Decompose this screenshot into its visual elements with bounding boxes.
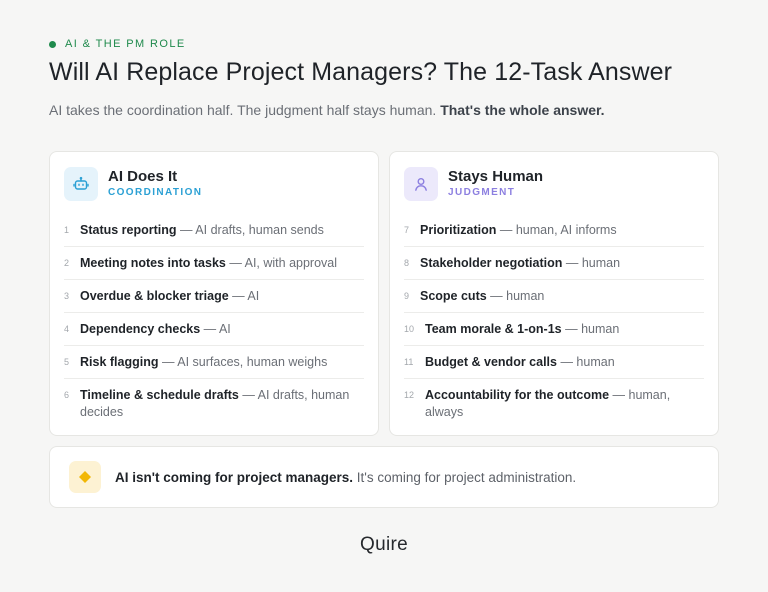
task-item: 11 Budget & vendor calls — human [404,346,704,379]
card-subtitle: COORDINATION [108,187,203,198]
task-number: 9 [404,291,410,301]
subtitle-plain: AI takes the coordination half. The judg… [49,102,441,118]
task-number: 6 [64,390,70,400]
eyebrow: AI & THE PM ROLE [49,38,186,50]
task-item: 8 Stakeholder negotiation — human [404,247,704,280]
subtitle: AI takes the coordination half. The judg… [49,102,605,118]
person-icon [404,167,438,201]
task-number: 7 [404,225,410,235]
task-number: 1 [64,225,70,235]
robot-icon [64,167,98,201]
task-list: 1 Status reporting — AI drafts, human sen… [64,214,364,428]
task-number: 4 [64,324,70,334]
callout-plain: It's coming for project administration. [353,469,577,485]
task-name: Scope cuts [420,289,487,303]
diamond-icon [69,461,101,493]
task-detail: — AI [200,322,231,336]
task-item: 6 Timeline & schedule drafts — AI drafts,… [64,379,364,428]
callout: AI isn't coming for project managers. It… [49,446,719,508]
task-name: Team morale & 1-on-1s [425,322,562,336]
card-ai-does-it: AI Does It COORDINATION 1 Status reportin… [49,151,379,436]
task-detail: — AI, with approval [225,256,338,270]
task-name: Dependency checks [80,322,201,336]
eyebrow-label: AI & THE PM ROLE [65,38,186,50]
status-dot-icon [49,40,56,48]
card-header: Stays Human JUDGMENT [404,167,543,201]
task-name: Risk flagging [80,355,159,369]
task-name: Meeting notes into tasks [80,256,226,270]
task-item: 3 Overdue & blocker triage — AI [64,280,364,313]
card-header: AI Does It COORDINATION [64,167,202,201]
card-title: AI Does It [108,168,178,185]
callout-text: AI isn't coming for project managers. It… [115,470,576,485]
task-detail: — human [561,322,620,336]
task-name: Prioritization [420,223,497,237]
task-item: 10 Team morale & 1-on-1s — human [404,313,704,346]
task-item: 7 Prioritization — human, AI informs [404,214,704,247]
task-number: 3 [64,291,70,301]
task-detail: — AI drafts, human sends [176,223,324,237]
card-title: Stays Human [448,168,544,185]
task-name: Stakeholder negotiation [420,256,563,270]
task-number: 10 [404,324,415,334]
task-name: Overdue & blocker triage [80,289,229,303]
task-detail: — human, AI informs [496,223,617,237]
task-detail: — AI [228,289,260,303]
task-item: 5 Risk flagging — AI surfaces, human weig… [64,346,364,379]
task-item: 9 Scope cuts — human [404,280,704,313]
task-number: 8 [404,258,410,268]
task-item: 2 Meeting notes into tasks — AI, with app… [64,247,364,280]
task-item: 4 Dependency checks — AI [64,313,364,346]
card-subtitle: JUDGMENT [448,187,516,198]
page-title: Will AI Replace Project Managers? The 12… [49,58,673,86]
task-list: 7 Prioritization — human, AI informs 8 Sta… [404,214,704,428]
task-detail: — human [562,256,621,270]
task-name: Timeline & schedule drafts [80,388,239,402]
task-item: 1 Status reporting — AI drafts, human sen… [64,214,364,247]
task-detail: — AI surfaces, human weighs [158,355,328,369]
task-name: Budget & vendor calls [425,355,557,369]
card-stays-human: Stays Human JUDGMENT 7 Prioritization — h… [389,151,719,436]
task-detail: — human [486,289,545,303]
callout-bold: AI isn't coming for project managers. [115,469,354,485]
task-name: Accountability for the outcome [425,388,610,402]
task-name: Status reporting [80,223,177,237]
brand-logo: Quire [360,534,408,555]
task-detail: — human [556,355,615,369]
task-number: 12 [404,390,415,400]
task-number: 2 [64,258,70,268]
task-item: 12 Accountability for the outcome — human… [404,379,704,428]
task-number: 11 [404,357,414,367]
subtitle-bold: That's the whole answer. [440,102,605,118]
task-number: 5 [64,357,70,367]
